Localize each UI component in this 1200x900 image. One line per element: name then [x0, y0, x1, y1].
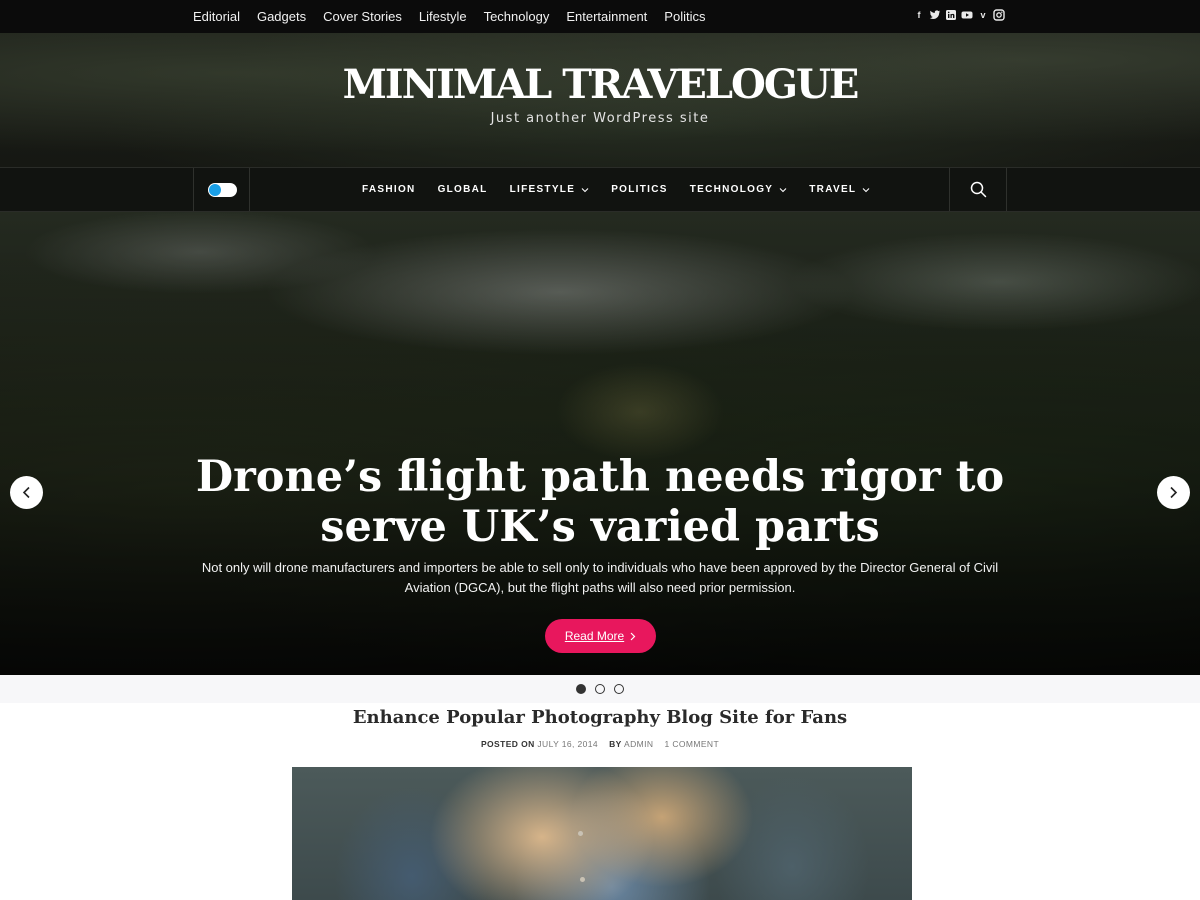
toggle-knob [209, 184, 221, 196]
twitter-icon[interactable] [929, 9, 941, 21]
social-links: f v [913, 9, 1005, 21]
post-title[interactable]: Enhance Popular Photography Blog Site fo… [0, 707, 1200, 728]
read-more-button[interactable]: Read More [545, 619, 656, 653]
top-nav-link-cover-stories[interactable]: Cover Stories [323, 9, 402, 24]
hero-title-line-2: serve UK’s varied parts [320, 502, 880, 552]
top-nav: Editorial Gadgets Cover Stories Lifestyl… [193, 0, 722, 33]
main-nav-item-travel[interactable]: TRAVEL [809, 184, 870, 195]
site-tagline: Just another WordPress site [490, 111, 710, 126]
top-nav-link-lifestyle[interactable]: Lifestyle [419, 9, 467, 24]
site-title[interactable]: MINIMAL TRAVELOGUE [0, 61, 1200, 108]
by-label: BY [609, 739, 622, 749]
main-nav-item-lifestyle[interactable]: LIFESTYLE [510, 184, 590, 195]
top-nav-link-technology[interactable]: Technology [484, 9, 550, 24]
chevron-down-icon [581, 187, 589, 192]
main-nav-item-fashion[interactable]: FASHION [362, 184, 416, 195]
posted-on-label: POSTED ON [480, 739, 535, 749]
main-nav-label: FASHION [362, 184, 416, 195]
chevron-down-icon [779, 187, 787, 192]
main-nav-item-politics[interactable]: POLITICS [611, 184, 668, 195]
main-nav-item-technology[interactable]: TECHNOLOGY [690, 184, 788, 195]
main-nav-label: TECHNOLOGY [689, 184, 774, 195]
post-featured-image[interactable] [292, 767, 912, 900]
top-nav-link-gadgets[interactable]: Gadgets [257, 9, 306, 24]
main-nav-menu: FASHION GLOBAL LIFESTYLE POLITICS TECHNO… [362, 168, 892, 211]
chevron-left-icon [22, 486, 30, 499]
main-nav-label: GLOBAL [437, 184, 488, 195]
top-nav-link-editorial[interactable]: Editorial [193, 9, 240, 24]
slider-dot-1[interactable] [576, 684, 586, 694]
main-nav: FASHION GLOBAL LIFESTYLE POLITICS TECHNO… [0, 167, 1200, 212]
chevron-right-icon [1170, 486, 1178, 499]
chevron-right-icon [630, 632, 636, 640]
hero-title-line-1: Drone’s flight path needs rigor to [195, 452, 1005, 502]
hero-image [0, 212, 1200, 675]
slider-next-button[interactable] [1157, 476, 1190, 509]
youtube-icon[interactable] [961, 9, 973, 21]
dark-mode-toggle-box [193, 168, 250, 211]
slider-dot-2[interactable] [595, 684, 605, 694]
instagram-icon[interactable] [993, 9, 1005, 21]
post-author[interactable]: ADMIN [624, 739, 653, 749]
main-nav-item-global[interactable]: GLOBAL [438, 184, 488, 195]
site-header: MINIMAL TRAVELOGUE Just another WordPres… [0, 33, 1200, 167]
vimeo-icon[interactable]: v [977, 9, 989, 21]
post-comments[interactable]: 1 COMMENT [664, 739, 719, 749]
post-date[interactable]: JULY 16, 2014 [537, 739, 598, 749]
hero-title[interactable]: Drone’s flight path needs rigor to serve… [150, 452, 1050, 552]
slider-pagination [0, 675, 1200, 703]
search-box[interactable] [949, 168, 1007, 211]
read-more-label: Read More [564, 629, 625, 643]
main-nav-label: POLITICS [611, 184, 668, 195]
top-nav-link-entertainment[interactable]: Entertainment [566, 9, 647, 24]
shirt-button [578, 831, 583, 836]
hero-excerpt: Not only will drone manufacturers and im… [201, 560, 999, 595]
slider-dot-3[interactable] [614, 684, 624, 694]
main-nav-label: TRAVEL [809, 184, 857, 195]
main-nav-label: LIFESTYLE [509, 184, 576, 195]
shirt-button [580, 877, 585, 882]
top-bar: Editorial Gadgets Cover Stories Lifestyl… [0, 0, 1200, 33]
dark-mode-toggle[interactable] [208, 183, 237, 197]
slider-prev-button[interactable] [10, 476, 43, 509]
search-icon[interactable] [970, 181, 987, 198]
facebook-icon[interactable]: f [913, 9, 925, 21]
post-meta: POSTED ON JULY 16, 2014 BY ADMIN 1 COMME… [0, 739, 1200, 749]
linkedin-icon[interactable] [945, 9, 957, 21]
top-nav-link-politics[interactable]: Politics [664, 9, 705, 24]
slider-dots [576, 684, 624, 694]
chevron-down-icon [862, 187, 870, 192]
hero-slider: Drone’s flight path needs rigor to serve… [0, 212, 1200, 675]
